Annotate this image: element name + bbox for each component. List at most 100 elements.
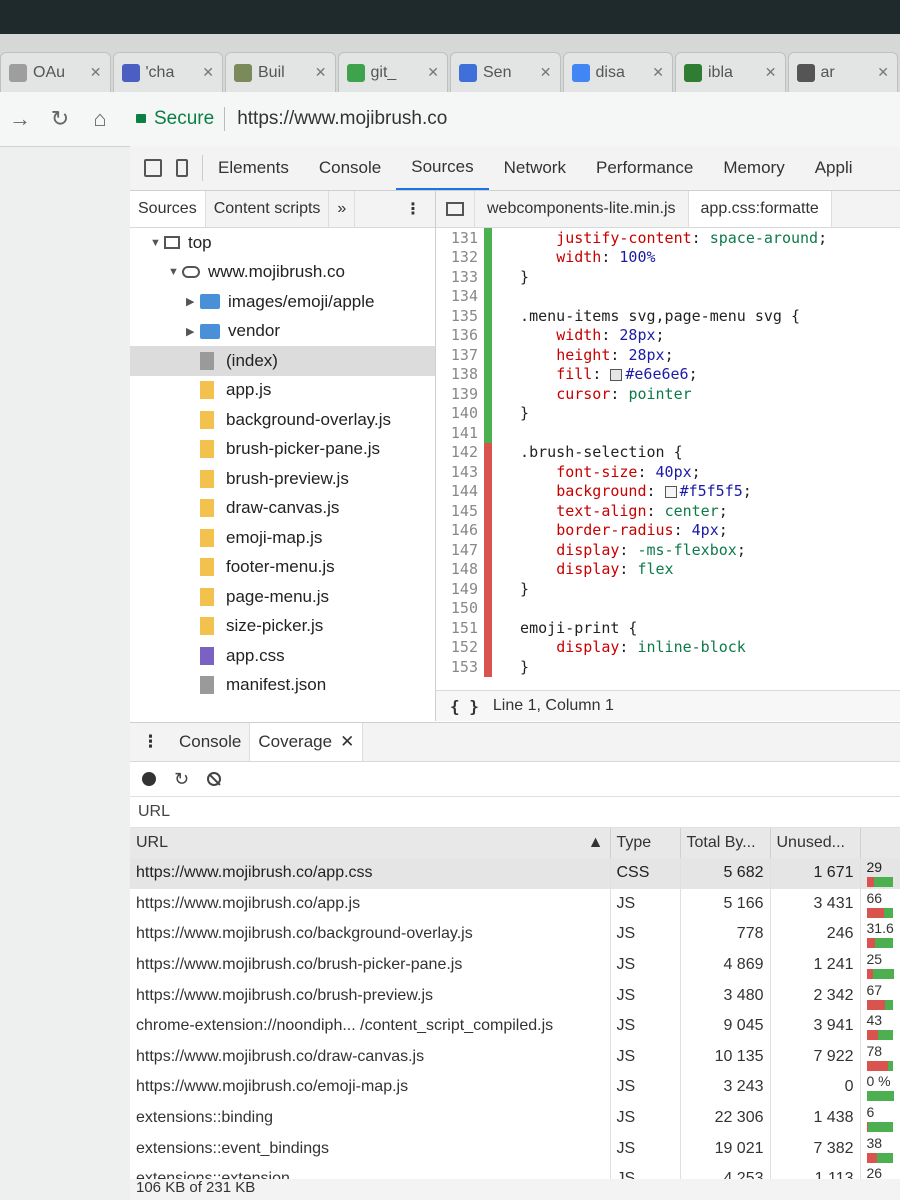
table-row[interactable]: https://www.mojibrush.co/emoji-map.js JS 3… bbox=[130, 1072, 900, 1103]
inspect-element-icon[interactable] bbox=[144, 159, 162, 177]
line-number[interactable]: 139 bbox=[436, 385, 484, 403]
table-row[interactable]: chrome-extension://noondiph... /content_… bbox=[130, 1010, 900, 1042]
code-line[interactable]: 137 height: 28px; bbox=[436, 345, 900, 365]
tree-item[interactable]: size-picker.js bbox=[130, 612, 435, 642]
code-line[interactable]: 141 bbox=[436, 423, 900, 443]
home-icon[interactable]: ⌂ bbox=[80, 106, 120, 132]
drawer-tab-console[interactable]: Console bbox=[171, 723, 251, 761]
line-number[interactable]: 145 bbox=[436, 502, 484, 520]
line-number[interactable]: 146 bbox=[436, 521, 484, 539]
tree-item[interactable]: brush-picker-pane.js bbox=[130, 435, 435, 465]
code-line[interactable]: 132 width: 100% bbox=[436, 247, 900, 267]
code-line[interactable]: 152 display: inline-block bbox=[436, 637, 900, 657]
browser-tab[interactable]: ibla ✕ bbox=[675, 52, 786, 92]
browser-tab[interactable]: Buil ✕ bbox=[225, 52, 336, 92]
toggle-navigator-icon[interactable] bbox=[436, 191, 475, 227]
col-total-bytes[interactable]: Total By... bbox=[680, 828, 771, 858]
close-icon[interactable]: ✕ bbox=[765, 64, 777, 81]
line-number[interactable]: 135 bbox=[436, 307, 484, 325]
pretty-print-icon[interactable]: { } bbox=[450, 697, 479, 716]
col-url[interactable]: URL ▲ bbox=[130, 828, 611, 858]
table-row[interactable]: https://www.mojibrush.co/draw-canvas.js J… bbox=[130, 1041, 900, 1073]
table-row[interactable]: extensions::event_bindings JS 19 021 7 382 3… bbox=[130, 1133, 900, 1164]
browser-tab[interactable]: ar ✕ bbox=[787, 52, 898, 92]
tree-item[interactable]: (index) bbox=[130, 346, 435, 376]
tab-content-scripts[interactable]: Content scripts bbox=[206, 191, 330, 227]
tree-item[interactable]: brush-preview.js bbox=[130, 464, 435, 494]
code-line[interactable]: 151 emoji-print { bbox=[436, 618, 900, 638]
code-line[interactable]: 142 .brush-selection { bbox=[436, 442, 900, 462]
line-number[interactable]: 153 bbox=[436, 658, 484, 676]
table-row[interactable]: https://www.mojibrush.co/background-over… bbox=[130, 919, 900, 950]
code-line[interactable]: 148 display: flex bbox=[436, 559, 900, 579]
tree-item[interactable]: footer-menu.js bbox=[130, 553, 435, 583]
code-line[interactable]: 149 } bbox=[436, 579, 900, 599]
record-icon[interactable] bbox=[142, 772, 156, 786]
tab-sources[interactable]: Sources bbox=[130, 191, 206, 227]
close-icon[interactable]: ✕ bbox=[90, 64, 102, 81]
line-number[interactable]: 149 bbox=[436, 580, 484, 598]
col-usage-bar[interactable] bbox=[860, 828, 900, 858]
url-text[interactable]: https://www.mojibrush.co bbox=[237, 108, 447, 130]
table-row[interactable]: extensions::binding JS 22 306 1 438 6 bbox=[130, 1102, 900, 1134]
tree-item[interactable]: page-menu.js bbox=[130, 582, 435, 612]
line-number[interactable]: 131 bbox=[436, 229, 484, 247]
line-number[interactable]: 142 bbox=[436, 443, 484, 461]
line-number[interactable]: 133 bbox=[436, 268, 484, 286]
line-number[interactable]: 144 bbox=[436, 482, 484, 500]
browser-tab[interactable]: OAu ✕ bbox=[0, 52, 111, 92]
browser-tab[interactable]: Sen ✕ bbox=[450, 52, 561, 92]
code-line[interactable]: 134 bbox=[436, 286, 900, 306]
browser-tab[interactable]: git_ ✕ bbox=[337, 52, 448, 92]
close-icon[interactable]: ✕ bbox=[652, 64, 664, 81]
browser-tab[interactable]: 'cha ✕ bbox=[112, 52, 223, 92]
col-type[interactable]: Type bbox=[610, 828, 681, 858]
line-number[interactable]: 136 bbox=[436, 326, 484, 344]
code-line[interactable]: 136 width: 28px; bbox=[436, 325, 900, 345]
editor-tab-webcomponents[interactable]: webcomponents-lite.min.js bbox=[475, 191, 689, 227]
reload-coverage-icon[interactable]: ↻ bbox=[174, 769, 189, 790]
tab-performance[interactable]: Performance bbox=[581, 146, 708, 190]
table-row[interactable]: https://www.mojibrush.co/brush-picker-pa… bbox=[130, 949, 900, 981]
address-bar[interactable]: Secure https://www.mojibrush.co bbox=[136, 101, 890, 137]
more-tabs-chevron[interactable]: » bbox=[329, 191, 356, 227]
col-unused-bytes[interactable]: Unused... bbox=[770, 828, 861, 858]
close-icon[interactable]: ✕ bbox=[427, 64, 439, 81]
tree-item[interactable]: ▼ top bbox=[130, 228, 435, 258]
close-icon[interactable]: ✕ bbox=[202, 64, 214, 81]
tree-item[interactable]: draw-canvas.js bbox=[130, 494, 435, 524]
line-number[interactable]: 140 bbox=[436, 404, 484, 422]
tree-item[interactable]: app.js bbox=[130, 376, 435, 406]
line-number[interactable]: 132 bbox=[436, 248, 484, 266]
code-line[interactable]: 153 } bbox=[436, 657, 900, 677]
code-line[interactable]: 133 } bbox=[436, 267, 900, 287]
code-line[interactable]: 143 font-size: 40px; bbox=[436, 462, 900, 482]
table-row[interactable]: https://www.mojibrush.co/brush-preview.j… bbox=[130, 980, 900, 1011]
code-line[interactable]: 145 text-align: center; bbox=[436, 501, 900, 521]
tab-elements[interactable]: Elements bbox=[203, 146, 304, 190]
code-line[interactable]: 140 } bbox=[436, 403, 900, 423]
line-number[interactable]: 137 bbox=[436, 346, 484, 364]
device-toolbar-icon[interactable] bbox=[176, 159, 188, 177]
code-line[interactable]: 139 cursor: pointer bbox=[436, 384, 900, 404]
tab-appli[interactable]: Appli bbox=[800, 146, 868, 190]
tree-item[interactable]: emoji-map.js bbox=[130, 523, 435, 553]
code-line[interactable]: 147 display: -ms-flexbox; bbox=[436, 540, 900, 560]
table-row[interactable]: https://www.mojibrush.co/app.css CSS 5 682… bbox=[130, 858, 900, 889]
code-line[interactable]: 150 bbox=[436, 598, 900, 618]
close-icon[interactable]: ✕ bbox=[340, 732, 354, 752]
line-number[interactable]: 143 bbox=[436, 463, 484, 481]
code-lines[interactable]: 131 justify-content: space-around; 132 wi… bbox=[436, 228, 900, 677]
close-icon[interactable]: ✕ bbox=[540, 64, 552, 81]
code-line[interactable]: 138 fill: #e6e6e6; bbox=[436, 364, 900, 384]
tree-item[interactable]: ▼ www.mojibrush.co bbox=[130, 258, 435, 288]
code-line[interactable]: 146 border-radius: 4px; bbox=[436, 520, 900, 540]
line-number[interactable]: 138 bbox=[436, 365, 484, 383]
tab-network[interactable]: Network bbox=[489, 146, 581, 190]
code-line[interactable]: 144 background: #f5f5f5; bbox=[436, 481, 900, 501]
tree-item[interactable]: background-overlay.js bbox=[130, 405, 435, 435]
table-row[interactable]: https://www.mojibrush.co/app.js JS 5 166 3 … bbox=[130, 888, 900, 920]
close-icon[interactable]: ✕ bbox=[315, 64, 327, 81]
code-line[interactable]: 135 .menu-items svg,page-menu svg { bbox=[436, 306, 900, 326]
line-number[interactable]: 147 bbox=[436, 541, 484, 559]
